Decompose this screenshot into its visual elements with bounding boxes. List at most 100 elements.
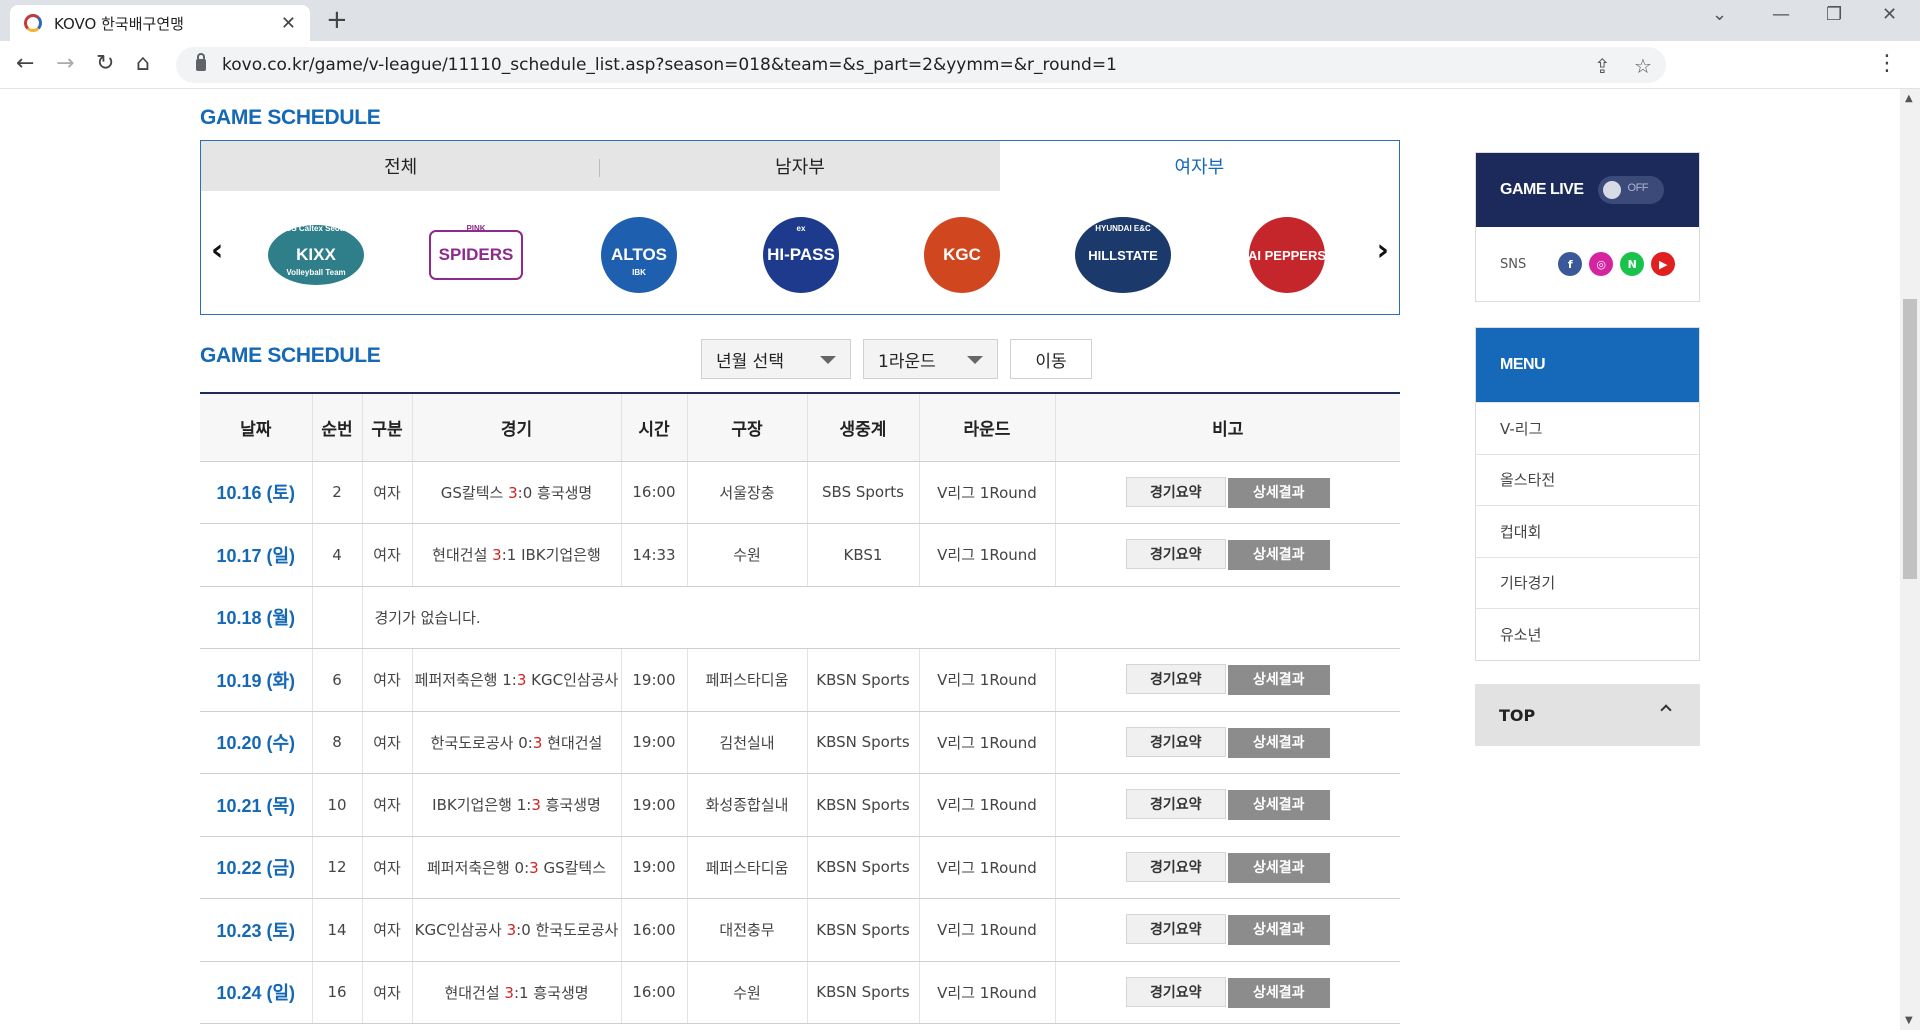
column-header-5: 구장	[686, 393, 807, 462]
team-logo-text: PINK	[466, 224, 485, 233]
scroll-up-icon[interactable]: ▲	[1905, 93, 1913, 104]
game-division: 여자	[361, 461, 412, 524]
game-venue: 수원	[686, 961, 807, 1024]
game-date: 10.21 (목)	[200, 773, 312, 837]
game-round: V리그 1Round	[918, 898, 1055, 962]
game-round: V리그 1Round	[918, 711, 1055, 774]
home-score: 3	[508, 483, 518, 502]
game-live-title: GAME LIVE	[1500, 181, 1584, 198]
team-section-title: GAME SCHEDULE	[200, 106, 381, 129]
scroll-down-icon[interactable]: ▼	[1905, 1015, 1913, 1026]
tab-1[interactable]: 남자부	[600, 141, 1000, 191]
team-logo[interactable]: ex HI-PASS	[751, 211, 851, 299]
team-logo-emblem: GS Caltex Seoul KIXX Volleyball Team	[268, 224, 364, 285]
back-icon[interactable]: ←	[16, 51, 34, 76]
reload-icon[interactable]: ↻	[96, 51, 114, 76]
facebook-icon[interactable]: f	[1558, 252, 1583, 276]
menu-item-3[interactable]: 기타경기	[1476, 556, 1699, 609]
team-logo[interactable]: HYUNDAI E&C HILLSTATE	[1073, 211, 1173, 299]
game-no: 10	[311, 773, 362, 837]
share-icon[interactable]: ⇪	[1594, 54, 1611, 78]
team-logo-carousel: ‹ › GS Caltex Seoul KIXX Volleyball Team PI…	[201, 191, 1399, 315]
detail-result-button[interactable]: 상세결과	[1227, 852, 1330, 883]
detail-result-button[interactable]: 상세결과	[1227, 665, 1330, 696]
detail-result-button[interactable]: 상세결과	[1227, 977, 1330, 1008]
match-result: 현대건설 3:1 IBK기업은행	[411, 523, 621, 587]
team-logo[interactable]: PINK SPIDERS	[426, 211, 526, 299]
round-select-value: 1라운드	[878, 351, 936, 372]
forward-icon[interactable]: →	[56, 51, 74, 76]
gender-tabs: 전체 남자부 여자부	[201, 141, 1399, 191]
detail-result-button[interactable]: 상세결과	[1227, 727, 1330, 758]
chevron-down-icon[interactable]: ⌄	[1712, 4, 1727, 25]
restore-icon[interactable]: ❐	[1826, 4, 1842, 25]
team-logo-emblem: PINK SPIDERS	[429, 224, 523, 280]
menu-item-0[interactable]: V-리그	[1476, 402, 1699, 454]
naver-icon[interactable]: N	[1620, 252, 1645, 276]
column-header-1: 순번	[311, 393, 362, 462]
summary-button[interactable]: 경기요약	[1125, 664, 1226, 695]
home-icon[interactable]: ⌂	[136, 51, 150, 76]
table-row: 10.19 (화) 6 여자 페퍼저축은행 1:3 KGC인삼공사 19:00 페퍼스타디…	[200, 648, 1400, 712]
team-logo-emblem: AI PEPPERS	[1248, 217, 1326, 293]
menu-item-2[interactable]: 컵대회	[1476, 505, 1699, 557]
game-division: 여자	[361, 648, 412, 712]
menu-item-4[interactable]: 유소년	[1476, 608, 1699, 660]
sns-row: SNS f ◎ N ▶	[1476, 227, 1699, 301]
home-team: 페퍼저축은행	[414, 671, 503, 690]
summary-button[interactable]: 경기요약	[1125, 726, 1226, 757]
team-logo-emblem: HYUNDAI E&C HILLSTATE	[1075, 217, 1171, 293]
month-select[interactable]: 년월 선택	[701, 339, 851, 379]
column-header-3: 경기	[411, 393, 621, 462]
summary-button[interactable]: 경기요약	[1125, 539, 1226, 570]
game-broadcast: SBS Sports	[806, 461, 919, 524]
team-logo[interactable]: GS Caltex Seoul KIXX Volleyball Team	[266, 211, 366, 299]
window-close-icon[interactable]: ✕	[1882, 4, 1897, 25]
game-live-toggle[interactable]: OFF	[1597, 176, 1664, 204]
away-team: GS칼텍스	[538, 858, 607, 877]
team-logo[interactable]: ALTOS IBK	[589, 211, 689, 299]
new-tab-icon[interactable]: +	[326, 5, 348, 35]
team-logo-emblem: KGC	[924, 217, 1000, 293]
game-venue: 대전충무	[686, 898, 807, 962]
team-logo[interactable]: AI PEPPERS	[1237, 211, 1337, 299]
game-no: 12	[311, 836, 362, 899]
instagram-icon[interactable]: ◎	[1589, 252, 1614, 276]
detail-result-button[interactable]: 상세결과	[1227, 790, 1330, 821]
detail-result-button[interactable]: 상세결과	[1227, 477, 1330, 508]
more-menu-icon[interactable]: ⋮	[1876, 51, 1898, 76]
star-icon[interactable]: ☆	[1634, 54, 1652, 78]
go-button[interactable]: 이동	[1010, 339, 1092, 379]
team-logo[interactable]: KGC	[912, 211, 1012, 299]
minimize-icon[interactable]: —	[1772, 4, 1790, 25]
tab-0[interactable]: 전체	[201, 141, 601, 191]
summary-button[interactable]: 경기요약	[1125, 476, 1226, 507]
tab-2[interactable]: 여자부	[999, 141, 1399, 191]
menu-item-1[interactable]: 올스타전	[1476, 453, 1699, 506]
game-time: 19:00	[620, 773, 687, 837]
round-select[interactable]: 1라운드	[863, 339, 998, 379]
scrollbar-thumb[interactable]	[1903, 299, 1917, 579]
summary-button[interactable]: 경기요약	[1125, 789, 1226, 820]
home-team: 현대건설	[432, 546, 493, 565]
table-row: 10.17 (일) 4 여자 현대건설 3:1 IBK기업은행 14:33 수원 KBS1 V…	[200, 523, 1400, 587]
browser-tab[interactable]: KOVO 한국배구연맹 ✕	[10, 5, 310, 41]
summary-button[interactable]: 경기요약	[1125, 914, 1226, 945]
summary-button[interactable]: 경기요약	[1125, 851, 1226, 882]
close-icon[interactable]: ✕	[281, 13, 296, 34]
address-bar[interactable]: kovo.co.kr/game/v-league/11110_schedule_…	[176, 47, 1666, 83]
top-button[interactable]: TOP	[1475, 684, 1700, 746]
side-menu: MENU V-리그 올스타전 컵대회 기타경기 유소년	[1475, 327, 1700, 661]
summary-button[interactable]: 경기요약	[1125, 976, 1226, 1007]
vertical-scrollbar[interactable]: ▲ ▼	[1900, 89, 1920, 1030]
youtube-icon[interactable]: ▶	[1651, 252, 1676, 276]
detail-result-button[interactable]: 상세결과	[1227, 915, 1330, 946]
game-time: 14:33	[620, 523, 687, 587]
home-score: 0	[514, 858, 525, 877]
away-team: 흥국생명	[540, 796, 601, 815]
carousel-prev-icon[interactable]: ‹	[211, 233, 223, 268]
carousel-next-icon[interactable]: ›	[1377, 233, 1389, 268]
detail-result-button[interactable]: 상세결과	[1227, 540, 1330, 571]
table-row: 10.22 (금) 12 여자 페퍼저축은행 0:3 GS칼텍스 19:00 페퍼스타디움…	[200, 836, 1400, 899]
game-division: 여자	[361, 711, 412, 774]
